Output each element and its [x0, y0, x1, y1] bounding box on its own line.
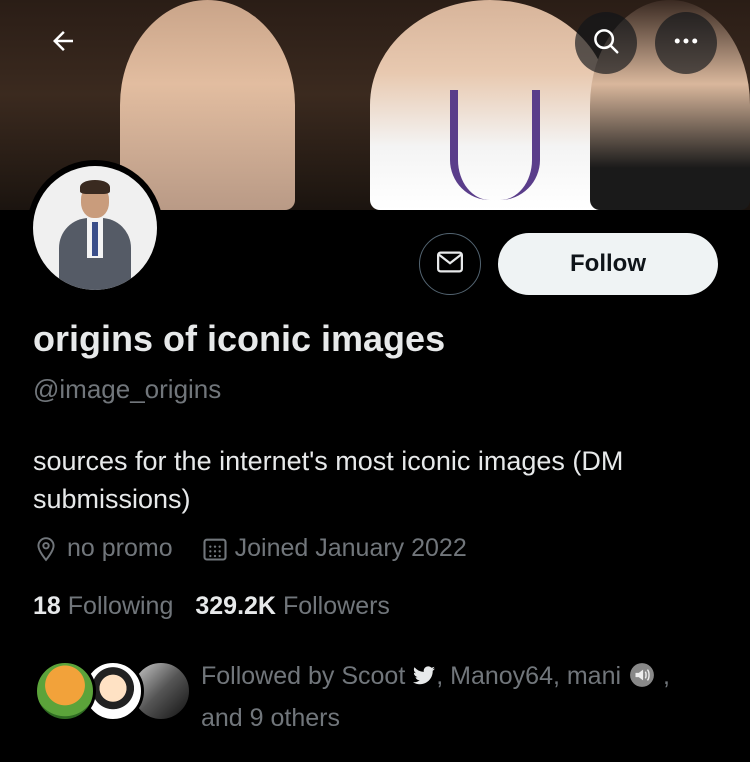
- back-button[interactable]: [32, 12, 94, 74]
- avatar-figure-hair: [80, 180, 110, 194]
- profile-meta: no promo Joined January 2022: [33, 534, 467, 563]
- search-icon: [591, 26, 621, 61]
- more-button[interactable]: [655, 12, 717, 74]
- avatar-figure-tie: [92, 222, 98, 256]
- followed-by-suffix: ,: [656, 662, 670, 690]
- follow-button[interactable]: Follow: [498, 233, 718, 295]
- more-horizontal-icon: [671, 26, 701, 61]
- joined-text: Joined January 2022: [234, 534, 467, 562]
- following-label: Following: [67, 592, 174, 620]
- arrow-left-icon: [48, 26, 78, 61]
- followed-by-prefix: Followed by Scoot: [201, 662, 406, 690]
- followers-link[interactable]: 329.2K Followers: [195, 592, 390, 621]
- banner-person-left: [120, 0, 295, 210]
- mail-icon: [435, 247, 465, 282]
- joined-item: Joined January 2022: [201, 534, 467, 563]
- bird-icon: [412, 660, 436, 698]
- followed-by-text: Followed by Scoot , Manoy64, mani , and …: [201, 657, 721, 737]
- display-name: origins of iconic images: [33, 318, 446, 359]
- speaker-icon: [628, 661, 656, 699]
- message-button[interactable]: [419, 233, 481, 295]
- follower-avatar-1: [34, 660, 96, 722]
- followers-label: Followers: [282, 592, 390, 620]
- user-handle: @image_origins: [33, 374, 222, 404]
- followed-by-row[interactable]: Followed by Scoot , Manoy64, mani , and …: [34, 660, 744, 732]
- followers-count: 329.2K: [195, 592, 276, 620]
- location-text: no promo: [67, 534, 173, 562]
- profile-bio: sources for the internet's most iconic i…: [33, 446, 624, 514]
- following-count: 18: [33, 592, 61, 620]
- location-item: no promo: [33, 534, 173, 563]
- profile-avatar[interactable]: [33, 166, 157, 290]
- follow-stats: 18 Following 329.2K Followers: [33, 592, 390, 621]
- banner-lanyard: [450, 90, 540, 200]
- followed-by-others: and 9 others: [201, 704, 340, 732]
- search-button[interactable]: [575, 12, 637, 74]
- calendar-icon: [201, 535, 229, 563]
- followed-by-mid: , Manoy64, mani: [436, 662, 622, 690]
- location-pin-icon: [33, 536, 59, 562]
- following-link[interactable]: 18 Following: [33, 592, 173, 621]
